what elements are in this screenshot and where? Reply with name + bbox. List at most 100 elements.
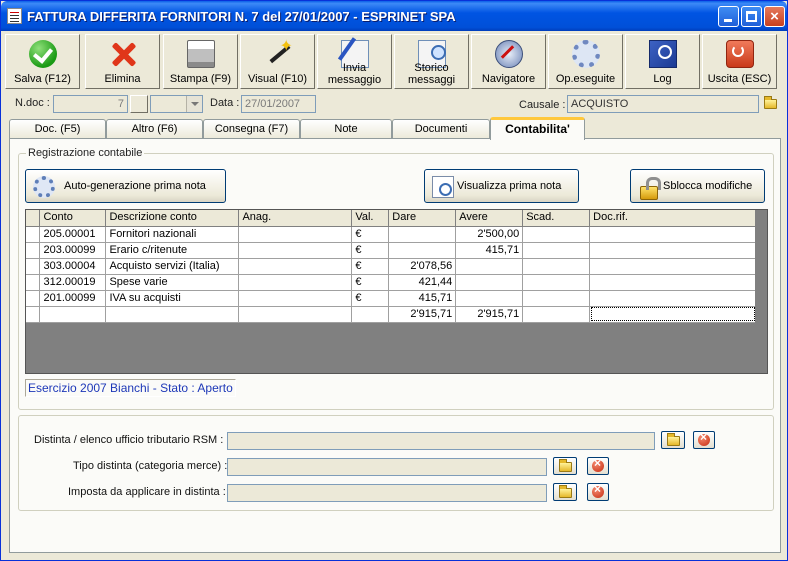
cell-scad[interactable]: [522, 242, 591, 259]
print-button[interactable]: Stampa (F9): [163, 34, 238, 89]
row-selector[interactable]: [26, 274, 41, 291]
tab-consegna[interactable]: Consegna (F7): [203, 119, 300, 139]
cell-conto[interactable]: 203.00099: [39, 242, 107, 259]
tipo-distinta-field[interactable]: [227, 458, 547, 476]
cell-scad[interactable]: [522, 274, 591, 291]
cell-dare[interactable]: [388, 226, 457, 243]
title-bar[interactable]: FATTURA DIFFERITA FORNITORI N. 7 del 27/…: [1, 1, 787, 31]
row-selector[interactable]: [26, 242, 41, 259]
totals-row[interactable]: 2'915,71 2'915,71: [26, 306, 756, 323]
column-header-avere[interactable]: Avere: [455, 210, 524, 227]
cell-descrizione[interactable]: [105, 306, 240, 323]
tipo-distinta-clear-button[interactable]: [587, 456, 609, 475]
cell-val[interactable]: €: [351, 258, 390, 275]
log-button[interactable]: Log: [625, 34, 700, 89]
auto-generate-button[interactable]: Auto-generazione prima nota: [25, 169, 226, 203]
cell-anag[interactable]: [238, 290, 353, 307]
column-header-conto[interactable]: Conto: [39, 210, 107, 227]
chevron-down-icon[interactable]: [186, 96, 202, 112]
close-button[interactable]: ×: [764, 6, 785, 27]
imposta-distinta-browse-button[interactable]: [553, 483, 577, 501]
ufficio-tributario-clear-button[interactable]: [693, 430, 715, 449]
cell-conto[interactable]: 303.00004: [39, 258, 107, 275]
tab-altro[interactable]: Altro (F6): [106, 119, 203, 139]
cell-descrizione[interactable]: Fornitori nazionali: [105, 226, 240, 243]
tab-doc[interactable]: Doc. (F5): [9, 119, 106, 139]
row-selector[interactable]: [26, 226, 41, 243]
imposta-distinta-field[interactable]: [227, 484, 547, 502]
column-header-scad[interactable]: Scad.: [522, 210, 591, 227]
date-field[interactable]: 27/01/2007: [241, 95, 316, 113]
cell-dare[interactable]: 2'078,56: [388, 258, 457, 275]
grid-vertical-scrollbar[interactable]: [755, 210, 767, 373]
row-selector[interactable]: [26, 258, 41, 275]
cell-val[interactable]: €: [351, 226, 390, 243]
cell-docrif-focused[interactable]: [589, 306, 756, 323]
column-header-docrif[interactable]: Doc.rif.: [589, 210, 756, 227]
cell-avere[interactable]: [455, 258, 524, 275]
table-row[interactable]: 303.00004 Acquisto servizi (Italia) € 2'…: [26, 258, 756, 275]
table-row[interactable]: 205.00001 Fornitori nazionali € 2'500,00: [26, 226, 756, 243]
cell-anag[interactable]: [238, 242, 353, 259]
tipo-distinta-browse-button[interactable]: [553, 457, 577, 475]
save-button[interactable]: Salva (F12): [5, 34, 80, 89]
cell-dare[interactable]: 421,44: [388, 274, 457, 291]
operations-button[interactable]: Op.eseguite: [548, 34, 623, 89]
ndoc-field[interactable]: 7: [53, 95, 128, 113]
exit-button[interactable]: Uscita (ESC): [702, 34, 777, 89]
cell-docrif[interactable]: [589, 274, 756, 291]
visual-button[interactable]: Visual (F10): [240, 34, 315, 89]
cell-val[interactable]: [351, 306, 390, 323]
cell-val[interactable]: €: [351, 274, 390, 291]
ndoc-picker-button[interactable]: [130, 95, 148, 113]
cell-docrif[interactable]: [589, 258, 756, 275]
column-header-anag[interactable]: Anag.: [238, 210, 353, 227]
cell-conto[interactable]: 312.00019: [39, 274, 107, 291]
ufficio-tributario-browse-button[interactable]: [661, 431, 685, 449]
maximize-button[interactable]: [741, 6, 762, 27]
delete-button[interactable]: Elimina: [85, 34, 160, 89]
accounting-grid[interactable]: Conto Descrizione conto Anag. Val. Dare …: [25, 209, 768, 374]
cell-dare[interactable]: [388, 242, 457, 259]
cell-docrif[interactable]: [589, 226, 756, 243]
cell-scad[interactable]: [522, 306, 591, 323]
cell-val[interactable]: €: [351, 242, 390, 259]
navigator-button[interactable]: Navigatore: [471, 34, 546, 89]
cell-avere[interactable]: 2'500,00: [455, 226, 524, 243]
column-header-val[interactable]: Val.: [351, 210, 390, 227]
table-row[interactable]: 203.00099 Erario c/ritenute € 415,71: [26, 242, 756, 259]
tab-documenti[interactable]: Documenti: [392, 119, 490, 139]
tab-note[interactable]: Note: [300, 119, 392, 139]
causale-field[interactable]: ACQUISTO: [567, 95, 759, 113]
minimize-button[interactable]: [718, 6, 739, 27]
row-selector[interactable]: [26, 306, 41, 323]
cell-descrizione[interactable]: IVA su acquisti: [105, 290, 240, 307]
table-row[interactable]: 201.00099 IVA su acquisti € 415,71: [26, 290, 756, 307]
cell-dare[interactable]: 415,71: [388, 290, 457, 307]
table-row[interactable]: 312.00019 Spese varie € 421,44: [26, 274, 756, 291]
cell-descrizione[interactable]: Acquisto servizi (Italia): [105, 258, 240, 275]
view-entry-button[interactable]: Visualizza prima nota: [424, 169, 579, 203]
message-history-button[interactable]: Storico messaggi: [394, 34, 469, 89]
cell-descrizione[interactable]: Spese varie: [105, 274, 240, 291]
cell-docrif[interactable]: [589, 242, 756, 259]
cell-anag[interactable]: [238, 226, 353, 243]
cell-anag[interactable]: [238, 274, 353, 291]
cell-scad[interactable]: [522, 258, 591, 275]
unlock-button[interactable]: Sblocca modifiche: [630, 169, 765, 203]
cell-conto[interactable]: 201.00099: [39, 290, 107, 307]
cell-avere[interactable]: [455, 274, 524, 291]
cell-docrif[interactable]: [589, 290, 756, 307]
tab-contabilita[interactable]: Contabilita': [490, 117, 585, 140]
row-selector[interactable]: [26, 290, 41, 307]
cell-avere[interactable]: [455, 290, 524, 307]
imposta-distinta-clear-button[interactable]: [587, 482, 609, 501]
ufficio-tributario-field[interactable]: [227, 432, 655, 450]
column-header-dare[interactable]: Dare: [388, 210, 457, 227]
cell-descrizione[interactable]: Erario c/ritenute: [105, 242, 240, 259]
cell-val[interactable]: €: [351, 290, 390, 307]
cell-scad[interactable]: [522, 226, 591, 243]
send-message-button[interactable]: Invia messaggio: [317, 34, 392, 89]
cell-anag[interactable]: [238, 258, 353, 275]
cell-avere[interactable]: 415,71: [455, 242, 524, 259]
